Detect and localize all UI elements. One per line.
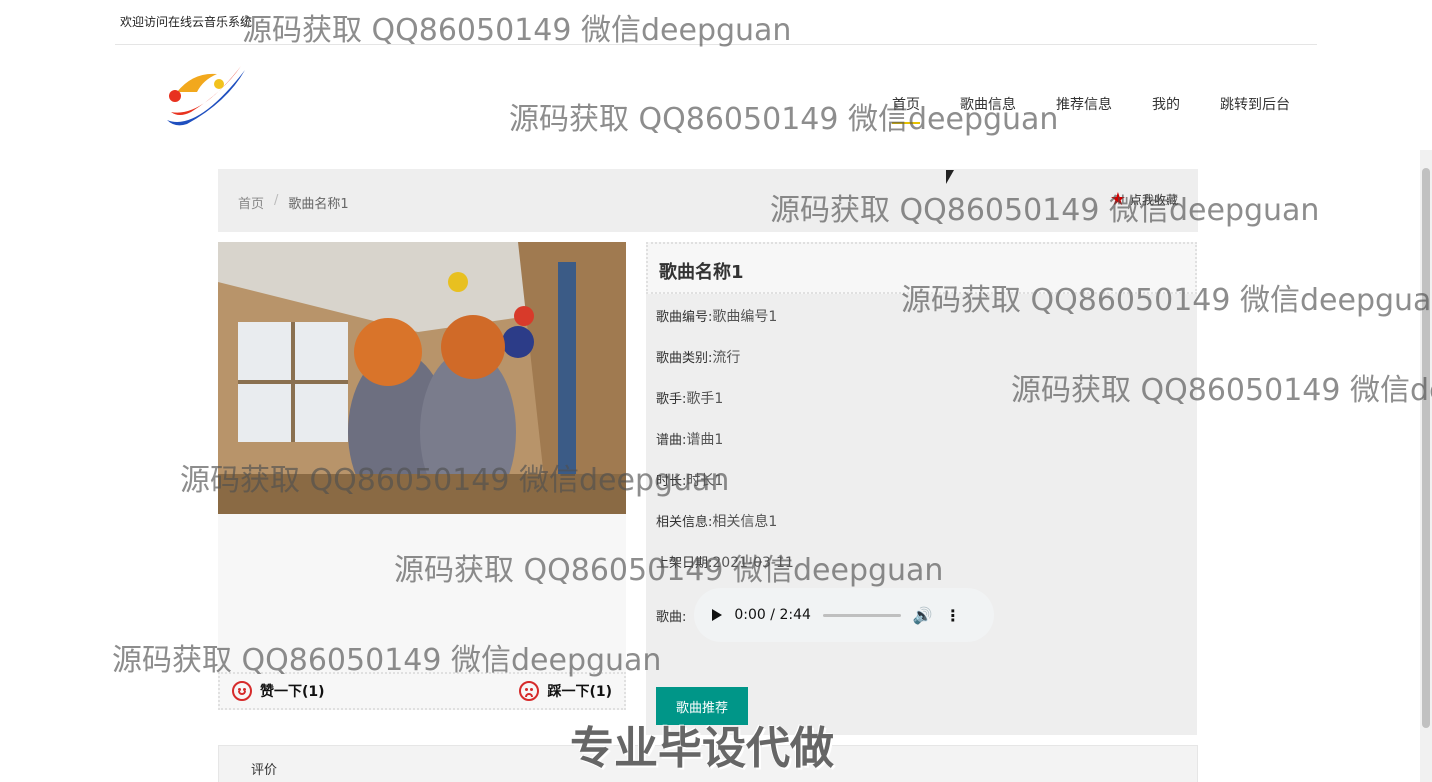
nav-songs[interactable]: 歌曲信息 xyxy=(960,94,1016,124)
nav-home[interactable]: 首页 xyxy=(892,94,920,124)
play-icon[interactable] xyxy=(712,609,723,621)
favorite-label: 点我收藏 xyxy=(1129,193,1178,207)
breadcrumb-separator: / xyxy=(274,193,279,208)
audio-label: 歌曲: xyxy=(656,609,687,625)
field-row: 时长:时长1 xyxy=(656,473,724,489)
header: 首页 歌曲信息 推荐信息 我的 跳转到后台 xyxy=(115,46,1317,166)
nav-recommend[interactable]: 推荐信息 xyxy=(1056,94,1112,124)
audio-player: 0:00 / 2:44 🔊 ⋮ xyxy=(694,588,995,642)
breadcrumb-current: 歌曲名称1 xyxy=(288,197,349,212)
mouse-cursor-icon xyxy=(946,170,954,184)
field-row: 谱曲:谱曲1 xyxy=(656,432,724,448)
page-scrollbar[interactable] xyxy=(1420,150,1432,782)
scrollbar-thumb[interactable] xyxy=(1422,168,1430,728)
frown-icon xyxy=(519,681,540,701)
field-row: 歌手:歌手1 xyxy=(656,391,724,407)
field-row: 上架日期:2021-03-11 xyxy=(656,555,794,571)
audio-row: 歌曲: 0:00 / 2:44 🔊 ⋮ xyxy=(656,588,995,642)
nav-mine[interactable]: 我的 xyxy=(1152,94,1180,124)
field-row: 歌曲类别:流行 xyxy=(656,350,741,366)
favorite-button[interactable]: ★ 点我收藏 xyxy=(1109,188,1178,210)
more-options-icon[interactable]: ⋮ xyxy=(945,606,961,625)
main-nav: 首页 歌曲信息 推荐信息 我的 跳转到后台 xyxy=(892,94,1290,124)
watermark-banner: 专业毕设代做 xyxy=(570,723,834,774)
song-title: 歌曲名称1 xyxy=(646,242,1197,294)
welcome-text: 欢迎访问在线云音乐系统 xyxy=(120,15,253,29)
song-cover-image xyxy=(218,242,626,514)
vote-row: 赞一下(1) 踩一下(1) xyxy=(218,672,626,710)
smile-icon xyxy=(232,681,252,701)
breadcrumb: 首页 / 歌曲名称1 xyxy=(238,193,349,212)
site-logo[interactable] xyxy=(157,62,249,134)
star-icon: ★ xyxy=(1109,188,1126,210)
song-cover-panel: 赞一下(1) 踩一下(1) xyxy=(218,242,626,710)
field-row: 歌曲编号:歌曲编号1 xyxy=(656,309,778,325)
dislike-label: 踩一下(1) xyxy=(547,684,612,700)
dislike-button[interactable]: 踩一下(1) xyxy=(519,681,612,701)
song-fields: 歌曲编号:歌曲编号1 歌曲类别:流行 歌手:歌手1 谱曲:谱曲1 时长:时长1 … xyxy=(656,306,794,593)
top-bar: 欢迎访问在线云音乐系统 xyxy=(115,0,1317,45)
breadcrumb-bar: 首页 / 歌曲名称1 ★ 点我收藏 xyxy=(218,169,1198,232)
nav-admin[interactable]: 跳转到后台 xyxy=(1220,94,1290,124)
volume-icon[interactable]: 🔊 xyxy=(913,606,933,625)
audio-time: 0:00 / 2:44 xyxy=(734,607,811,623)
audio-progress-slider[interactable] xyxy=(822,613,901,617)
like-label: 赞一下(1) xyxy=(260,684,325,700)
like-button[interactable]: 赞一下(1) xyxy=(232,681,325,701)
song-info-panel: 歌曲名称1 歌曲编号:歌曲编号1 歌曲类别:流行 歌手:歌手1 谱曲:谱曲1 时… xyxy=(646,242,1197,735)
tab-comments[interactable]: 评价 xyxy=(251,759,277,778)
field-row: 相关信息:相关信息1 xyxy=(656,514,778,530)
breadcrumb-home[interactable]: 首页 xyxy=(238,193,264,212)
